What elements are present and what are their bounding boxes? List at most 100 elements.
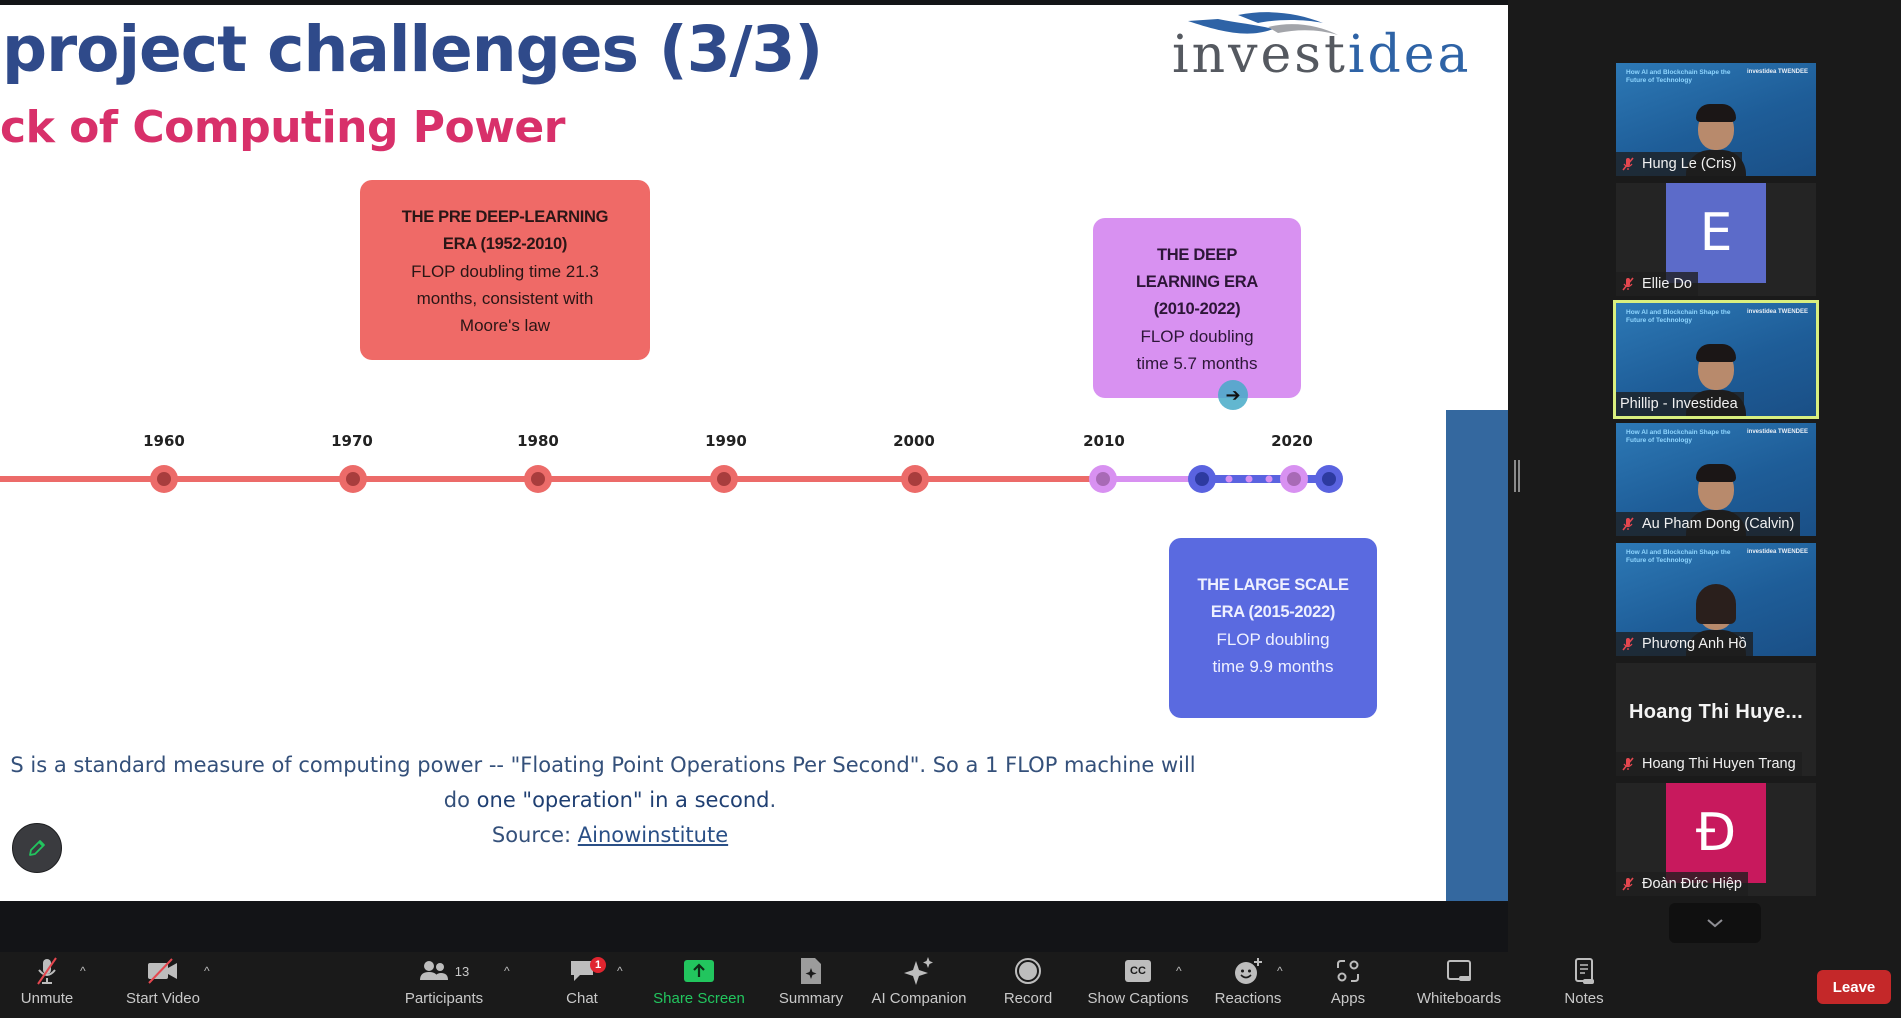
participant-avatar: E — [1666, 183, 1766, 283]
timeline-minor-dot — [1245, 475, 1253, 483]
timeline-dot-1960 — [150, 465, 178, 493]
participant-tile[interactable]: Hoang Thi Huye... Hoang Thi Huyen Trang — [1616, 663, 1816, 776]
video-options-caret[interactable]: ^ — [204, 964, 210, 978]
timeline: 1960 1970 1980 1990 2000 2010 2020 — [0, 432, 1343, 493]
participant-nametag: Phillip - Investidea — [1616, 392, 1744, 416]
era-card-deep-learning: THE DEEP LEARNING ERA (2010-2022) FLOP d… — [1093, 218, 1301, 398]
gallery-scroll-down-button[interactable] — [1669, 903, 1761, 943]
participant-nametag: Ellie Do — [1616, 272, 1698, 296]
summary-button[interactable]: Summary — [773, 952, 849, 1018]
mic-muted-icon — [1622, 277, 1634, 291]
year-label-1960: 1960 — [143, 432, 185, 450]
era-card-title: THE LARGE SCALE ERA (2015-2022) — [1197, 576, 1349, 621]
summary-document-icon — [801, 958, 821, 984]
notes-button[interactable]: Notes — [1560, 952, 1608, 1018]
pointer-cursor-icon: ➔ — [1218, 380, 1248, 410]
whiteboards-button[interactable]: Whiteboards — [1412, 952, 1506, 1018]
record-icon — [1015, 958, 1041, 984]
timeline-minor-dot — [1265, 475, 1273, 483]
video-camera-muted-icon — [148, 958, 177, 984]
participant-avatar: Đ — [1666, 783, 1766, 883]
participant-display-name: Hoang Thi Huye... — [1629, 701, 1803, 723]
leave-meeting-button[interactable]: Leave — [1817, 970, 1891, 1004]
era-card-body: FLOP doubling time 5.7 months — [1136, 327, 1258, 373]
era-card-body: FLOP doubling time 9.9 months — [1212, 630, 1334, 676]
notes-icon — [1575, 958, 1594, 984]
closed-captions-icon: CC — [1125, 960, 1151, 982]
footnote-line-1: S is a standard measure of computing pow… — [10, 753, 1196, 777]
era-card-pre-deep-learning: THE PRE DEEP-LEARNING ERA (1952-2010) FL… — [360, 180, 650, 360]
timeline-dot-1970 — [339, 465, 367, 493]
participant-tile[interactable]: How AI and Blockchain Shape the Future o… — [1616, 543, 1816, 656]
footnote-source: Source: Ainowinstitute — [491, 823, 729, 847]
year-label-1990: 1990 — [705, 432, 747, 450]
timeline-dot-2015 — [1188, 465, 1216, 493]
captions-options-caret[interactable]: ^ — [1176, 964, 1182, 978]
pencil-icon — [29, 840, 45, 856]
chevron-down-icon — [1707, 919, 1723, 928]
timeline-dot-2020 — [1280, 465, 1308, 493]
apps-button[interactable]: Apps — [1326, 952, 1370, 1018]
presentation-slide: project challenges (3/3) ck of Computing… — [0, 5, 1508, 901]
timeline-minor-dot — [1225, 475, 1233, 483]
year-label-1980: 1980 — [517, 432, 559, 450]
participant-nametag: Phương Anh Hồ — [1616, 632, 1753, 656]
reactions-button[interactable]: Reactions — [1214, 952, 1282, 1018]
timeline-dot-1990 — [710, 465, 738, 493]
unmute-button[interactable]: Unmute — [14, 952, 80, 1018]
mic-muted-icon — [1622, 877, 1634, 891]
participant-tile[interactable]: Đ Đoàn Đức Hiệp — [1616, 783, 1816, 896]
participant-tile[interactable]: How AI and Blockchain Shape the Future o… — [1616, 63, 1816, 176]
timeline-dot-2022 — [1315, 465, 1343, 493]
slide-title: project challenges (3/3) — [2, 13, 823, 86]
mic-muted-icon — [1622, 757, 1634, 771]
participants-options-caret[interactable]: ^ — [504, 964, 510, 978]
ai-companion-button[interactable]: AI Companion — [869, 952, 969, 1018]
era-card-title: THE DEEP LEARNING ERA (2010-2022) — [1136, 246, 1258, 318]
reactions-options-caret[interactable]: ^ — [1277, 964, 1283, 978]
apps-icon — [1337, 960, 1359, 982]
participants-button[interactable]: 13 Participants — [403, 952, 485, 1018]
chat-button[interactable]: 1 Chat — [560, 952, 606, 1018]
footnote-line-2: do one "operation" in a second. — [443, 788, 777, 812]
whiteboard-icon — [1447, 960, 1471, 981]
participant-tile-active-speaker[interactable]: How AI and Blockchain Shape the Future o… — [1613, 300, 1819, 419]
shared-screen-area: project challenges (3/3) ck of Computing… — [0, 0, 1508, 952]
year-label-2020: 2020 — [1271, 432, 1313, 450]
participants-count: 13 — [454, 963, 470, 979]
mic-muted-icon — [1622, 637, 1634, 651]
era-card-large-scale: THE LARGE SCALE ERA (2015-2022) FLOP dou… — [1169, 538, 1377, 718]
slide-subtitle: ck of Computing Power — [0, 102, 565, 153]
show-captions-button[interactable]: CC Show Captions — [1088, 952, 1188, 1018]
slide-side-bar — [1446, 410, 1508, 901]
participants-icon — [419, 961, 448, 980]
chat-unread-badge: 1 — [590, 957, 606, 973]
ai-sparkle-icon — [904, 957, 933, 985]
start-video-button[interactable]: Start Video — [122, 952, 204, 1018]
year-label-2000: 2000 — [893, 432, 935, 450]
participant-tile[interactable]: How AI and Blockchain Shape the Future o… — [1616, 423, 1816, 536]
chat-options-caret[interactable]: ^ — [617, 964, 623, 978]
participant-nametag: Hoang Thi Huyen Trang — [1616, 752, 1802, 776]
participant-tile[interactable]: E Ellie Do — [1616, 183, 1816, 296]
source-link[interactable]: Ainowinstitute — [578, 823, 728, 847]
record-button[interactable]: Record — [1000, 952, 1056, 1018]
participant-nametag: Hung Le (Cris) — [1616, 152, 1743, 176]
microphone-muted-icon — [37, 957, 57, 985]
share-screen-icon — [684, 960, 714, 982]
year-label-1970: 1970 — [331, 432, 373, 450]
audio-options-caret[interactable]: ^ — [80, 964, 86, 978]
reactions-smiley-icon — [1235, 958, 1262, 984]
timeline-dot-1980 — [524, 465, 552, 493]
year-label-2010: 2010 — [1083, 432, 1125, 450]
era-card-title: THE PRE DEEP-LEARNING ERA (1952-2010) — [401, 208, 609, 253]
mic-muted-icon — [1622, 517, 1634, 531]
panel-resize-handle[interactable] — [1514, 460, 1520, 492]
annotate-button[interactable] — [12, 823, 62, 873]
meeting-toolbar: Unmute ^ Start Video ^ 13 Participants ^… — [0, 952, 1901, 1018]
investidea-logo: investidea — [1172, 11, 1469, 85]
mic-muted-icon — [1622, 157, 1634, 171]
participant-nametag: Đoàn Đức Hiệp — [1616, 872, 1748, 896]
logo-wordmark: investidea — [1172, 25, 1472, 85]
share-screen-button[interactable]: Share Screen — [652, 952, 746, 1018]
